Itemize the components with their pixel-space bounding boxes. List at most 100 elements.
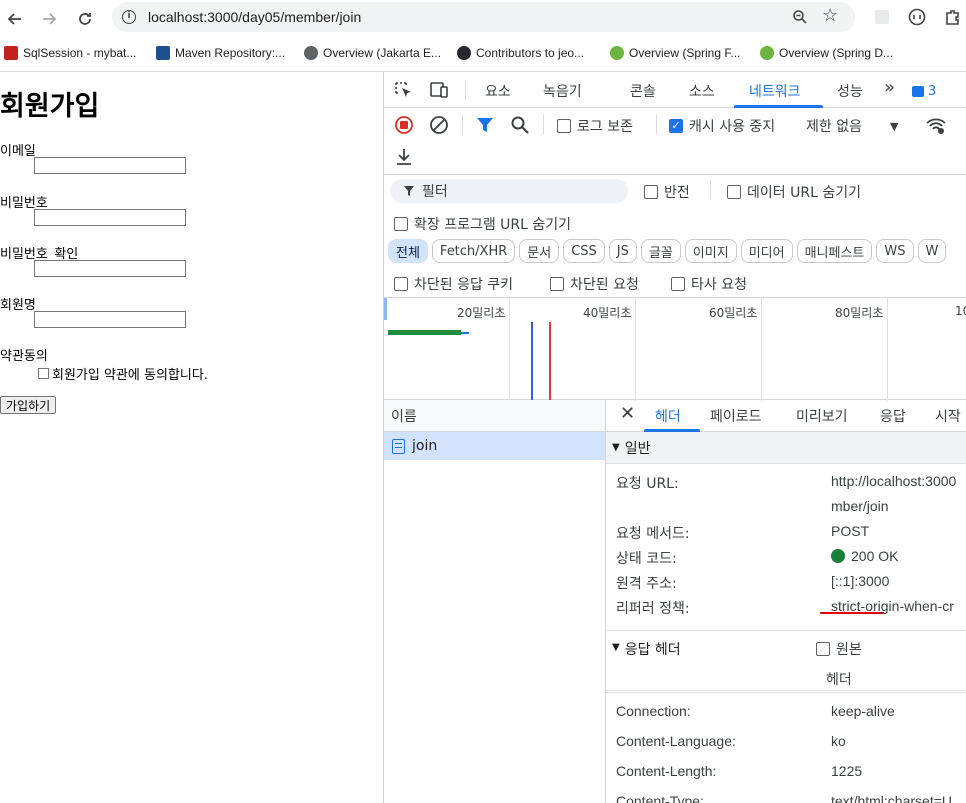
request-url-value-wrap: mber/join: [831, 498, 889, 514]
record-icon[interactable]: [394, 115, 414, 135]
terms-agree[interactable]: 회원가입 약관에 동의합니다.: [38, 364, 208, 383]
join-button[interactable]: 가입하기: [0, 396, 57, 414]
back-button[interactable]: [2, 6, 28, 32]
raw-headers-checkbox[interactable]: 원본: [816, 639, 862, 659]
filter-icon: [404, 186, 414, 196]
checkbox-box: [727, 185, 741, 199]
third-party-checkbox[interactable]: 타사 요청: [671, 274, 747, 294]
chip-manifest[interactable]: 매니페스트: [796, 239, 873, 263]
email-field[interactable]: [34, 157, 186, 174]
more-tabs-button[interactable]: »: [884, 77, 895, 98]
bookmark-item[interactable]: Overview (Jakarta E...: [304, 44, 441, 62]
reload-button[interactable]: [72, 6, 98, 32]
chip-all[interactable]: 전체: [388, 239, 428, 263]
status-ok-icon: [831, 549, 845, 563]
url-text[interactable]: localhost:3000/day05/member/join: [148, 9, 361, 25]
zoom-icon[interactable]: [792, 9, 808, 25]
devtools-tabbar: 요소 녹음기 콘솔 소스 네트워크 성능 » 3: [384, 72, 966, 108]
chip-img[interactable]: 이미지: [684, 239, 737, 263]
chip-wasm[interactable]: W: [917, 239, 947, 263]
name-column-header[interactable]: 이름: [384, 400, 605, 432]
extension-icon[interactable]: [873, 8, 891, 26]
inspect-icon[interactable]: [394, 81, 414, 99]
request-details: ✕ 헤더 페이로드 미리보기 응답 시작 ▼ 일반 요청 URL: http:/…: [606, 400, 966, 803]
hide-extension-urls-checkbox[interactable]: 확장 프로그램 URL 숨기기: [394, 214, 571, 234]
tab-response[interactable]: 응답: [880, 406, 906, 426]
maven-favicon-icon: [156, 46, 170, 60]
tab-initiator[interactable]: 시작: [935, 406, 961, 426]
close-icon[interactable]: ✕: [620, 403, 635, 424]
import-har-icon[interactable]: [394, 147, 414, 167]
media-icon[interactable]: [908, 8, 926, 26]
tab-console[interactable]: 콘솔: [630, 81, 656, 101]
chip-css[interactable]: CSS: [563, 239, 605, 263]
spring-leaf-icon: [610, 46, 624, 60]
password-confirm-field[interactable]: [34, 260, 186, 277]
chip-doc[interactable]: 문서: [519, 239, 560, 263]
request-row[interactable]: join: [384, 432, 605, 460]
bookmark-item[interactable]: SqlSession - mybat...: [4, 44, 136, 62]
page-content: 회원가입 이메일 비밀번호 비밀번호_확인 회원명 약관동의 회원가입 약관에 …: [0, 72, 383, 803]
disable-cache-checkbox[interactable]: ✓ 캐시 사용 중지: [669, 116, 775, 136]
blocked-requests-checkbox[interactable]: 차단된 요청: [550, 274, 639, 294]
network-overview-timeline[interactable]: 20밀리초 40밀리초 60밀리초 80밀리초 10: [384, 297, 966, 401]
messages-badge[interactable]: 3: [912, 84, 936, 99]
request-method-key: 요청 메서드:: [616, 526, 690, 542]
tab-headers[interactable]: 헤더: [655, 406, 681, 426]
search-icon[interactable]: [510, 115, 530, 135]
tab-elements[interactable]: 요소: [485, 81, 511, 101]
checkbox-box: [671, 277, 685, 291]
tab-payload[interactable]: 페이로드: [710, 406, 762, 426]
invert-checkbox[interactable]: 반전: [644, 182, 690, 202]
info-icon[interactable]: i: [122, 10, 136, 24]
page-title: 회원가입: [0, 91, 100, 122]
name-label: 회원명: [0, 298, 36, 313]
clear-icon[interactable]: [429, 115, 449, 135]
chip-media[interactable]: 미디어: [740, 239, 793, 263]
blocked-cookies-checkbox[interactable]: 차단된 응답 쿠키: [394, 274, 513, 294]
chip-font[interactable]: 글꼴: [640, 239, 681, 263]
tab-recorder[interactable]: 녹음기: [543, 81, 582, 101]
load-marker: [549, 322, 551, 401]
response-headers-section-header[interactable]: ▼ 응답 헤더: [606, 631, 966, 691]
github-icon: [457, 46, 471, 60]
chip-js[interactable]: JS: [608, 239, 637, 263]
detail-tabbar: ✕ 헤더 페이로드 미리보기 응답 시작: [606, 400, 966, 432]
bookmark-item[interactable]: Maven Repository:...: [156, 44, 285, 62]
timeline-gridline: [761, 298, 762, 401]
bookmark-star-icon[interactable]: ☆: [822, 7, 838, 25]
network-toolbar: 로그 보존 ✓ 캐시 사용 중지 제한 없음 ▼: [384, 108, 966, 174]
hide-data-urls-checkbox[interactable]: 데이터 URL 숨기기: [727, 182, 861, 202]
tab-performance[interactable]: 성능: [837, 81, 863, 101]
network-conditions-icon[interactable]: [925, 115, 947, 135]
bookmark-item[interactable]: Contributors to jeo...: [457, 44, 584, 62]
tab-sources[interactable]: 소스: [689, 81, 715, 101]
name-field[interactable]: [34, 311, 186, 328]
general-section-header[interactable]: ▼ 일반: [606, 432, 966, 464]
bookmark-favicon-icon: [4, 46, 18, 60]
toolbar-divider: [656, 115, 657, 135]
preserve-log-checkbox[interactable]: 로그 보존: [557, 116, 633, 136]
filter-input[interactable]: 필터: [390, 179, 628, 203]
chip-fetch-xhr[interactable]: Fetch/XHR: [431, 239, 516, 263]
checkbox-box: [394, 277, 408, 291]
puzzle-icon[interactable]: [944, 8, 962, 26]
request-method-value: POST: [831, 523, 870, 539]
forward-button[interactable]: [36, 6, 62, 32]
headers-column-label: 헤더: [826, 672, 852, 688]
filter-funnel-icon[interactable]: [475, 115, 495, 135]
tab-network[interactable]: 네트워크: [749, 81, 801, 101]
timeline-tick-label: 60밀리초: [709, 306, 758, 320]
throttling-select[interactable]: 제한 없음 ▼: [806, 116, 898, 136]
bookmark-item[interactable]: Overview (Spring F...: [610, 44, 740, 62]
bookmark-item[interactable]: Overview (Spring D...: [760, 44, 893, 62]
device-toolbar-icon[interactable]: [429, 81, 449, 99]
chip-ws[interactable]: WS: [876, 239, 914, 263]
address-bar[interactable]: i localhost:3000/day05/member/join ☆: [112, 2, 855, 32]
timeline-tick-label: 10: [955, 304, 966, 318]
header-key: Content-Language:: [616, 733, 736, 749]
terms-checkbox[interactable]: [38, 368, 49, 379]
tab-preview[interactable]: 미리보기: [796, 406, 848, 426]
password-field[interactable]: [34, 209, 186, 226]
timeline-handle[interactable]: [384, 298, 387, 320]
